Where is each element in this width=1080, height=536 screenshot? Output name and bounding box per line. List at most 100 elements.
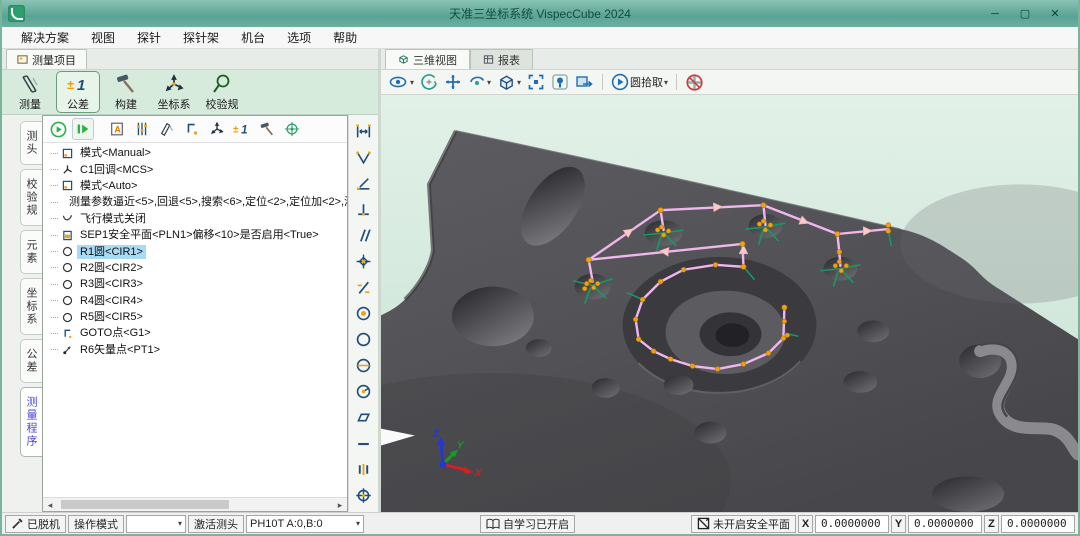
scroll-left-icon[interactable]: ◂ [43,499,57,511]
minimize-button[interactable]: ─ [982,5,1008,23]
params-button[interactable] [131,118,153,140]
menu-probe[interactable]: 探针 [126,28,172,48]
program-tree-panel: A ±1 模式<Manual> C1回调<MCS> 模式<Auto> 测量参数 [42,115,348,512]
active-probe-select[interactable]: PH10T A:0,B:0▾ [246,515,364,533]
step-run-button[interactable] [72,118,94,140]
menu-probe-rack[interactable]: 探针架 [172,28,230,48]
circle-pick-button[interactable]: 圆拾取 ▾ [611,73,668,91]
operation-mode-select[interactable]: ▾ [126,515,186,533]
tree-item-mode-auto[interactable]: 模式<Auto> [43,178,347,194]
side-tab-probe[interactable]: 测头 [20,121,42,165]
circle-icon [62,295,73,306]
side-tab-tolerance[interactable]: 公差 [20,339,42,383]
tree-item-measure-params[interactable]: 测量参数逼近<5>,回退<5>,搜索<6>,定位<2>,定位加<2>,测量 [43,194,347,210]
probe-tool-button[interactable] [281,118,303,140]
radial-profile-icon[interactable] [355,383,372,400]
vector-point-icon [62,344,73,355]
title-bar: 天准三坐标系统 VispecCube 2024 ─ ▢ ✕ [2,0,1078,27]
pan-button[interactable] [444,73,462,91]
safety-plane-status: 未开启安全平面 [691,515,796,533]
menu-solution[interactable]: 解决方案 [10,28,80,48]
tree-item-circle-cir5[interactable]: R5圆<CIR5> [43,309,347,325]
position-icon[interactable] [355,487,372,504]
circularity-icon[interactable] [355,331,372,348]
tree-item-safety-plane[interactable]: SEP1安全平面<PLN1>偏移<10>是否启用<True> [43,227,347,243]
ribbon-coordsys-button[interactable]: 坐标系 [152,71,196,113]
divider [676,74,677,90]
menu-options[interactable]: 选项 [276,28,322,48]
x-axis-label: X [798,515,813,533]
view-toolbar: ▾ ▾ ▾ 圆拾取 ▾ [381,70,1078,95]
side-tab-program[interactable]: 测量程序 [20,387,42,457]
tree-item-circle-cir2[interactable]: R2圆<CIR2> [43,260,347,276]
z-axis-label: Z [984,515,999,533]
view-cube-button[interactable]: ▾ [497,73,521,92]
distance-icon[interactable] [355,123,372,140]
tree-item-goto-g1[interactable]: GOTO点<G1> [43,325,347,341]
orbit-button[interactable] [420,73,438,91]
visibility-button[interactable]: ▾ [389,73,414,91]
view-tab-row: 三维视图 报表 [381,49,1078,70]
goto-tool-button[interactable] [181,118,203,140]
angularity-icon[interactable] [355,279,372,296]
cylindricity-icon[interactable] [355,357,372,374]
ribbon-measure-button[interactable]: 测量 [8,71,52,113]
recall-icon [62,164,73,175]
scroll-thumb[interactable] [61,500,229,509]
locate-button[interactable] [551,73,569,91]
ribbon-construct-button[interactable]: 构建 [104,71,148,113]
ribbon-tolerance-button[interactable]: ±1 公差 [56,71,100,113]
tree-item-circle-cir4[interactable]: R4圆<CIR4> [43,293,347,309]
rotate-view-button[interactable]: ▾ [468,73,491,91]
parallelism-icon[interactable] [355,227,372,244]
side-tab-elements[interactable]: 元素 [20,230,42,274]
straightness-icon[interactable] [355,435,372,452]
menu-help[interactable]: 帮助 [322,28,368,48]
perpendicularity-icon[interactable] [355,201,372,218]
tree-item-vector-point-pt1[interactable]: R6矢量点<PT1> [43,342,347,358]
measure-tool-button[interactable] [156,118,178,140]
angle-min-icon[interactable] [355,149,372,166]
menu-machine[interactable]: 机台 [230,28,276,48]
menu-view[interactable]: 视图 [80,28,126,48]
axis-z-label: Z [432,429,440,440]
tree-item-circle-cir3[interactable]: R3圆<CIR3> [43,276,347,292]
svg-text:1: 1 [241,124,247,136]
program-doc-button[interactable]: A [106,118,128,140]
program-tree: 模式<Manual> C1回调<MCS> 模式<Auto> 测量参数逼近<5>,… [43,143,347,497]
tree-item-circle-cir1[interactable]: R1圆<CIR1> [43,243,347,259]
tab-3d-view[interactable]: 三维视图 [385,49,470,69]
construct-tool-button[interactable] [256,118,278,140]
maximize-button[interactable]: ▢ [1012,5,1038,23]
prohibit-button[interactable] [685,73,704,92]
capture-button[interactable] [575,73,594,91]
tree-item-mode-manual[interactable]: 模式<Manual> [43,145,347,161]
probe-pen-icon [11,517,24,530]
zoom-fit-button[interactable] [527,73,545,91]
tree-item-recall-mcs[interactable]: C1回调<MCS> [43,161,347,177]
mode-icon [62,148,73,159]
tolerance-tool-button[interactable]: ±1 [231,118,253,140]
tab-report[interactable]: 报表 [470,49,533,69]
tree-hscrollbar[interactable]: ◂ ▸ [43,497,347,511]
tab-measurement-project[interactable]: 测量项目 [6,49,87,69]
position-target-icon[interactable] [355,253,372,270]
mode-icon [62,180,73,191]
chevron-down-icon: ▾ [517,78,521,87]
concentricity-icon[interactable] [355,305,372,322]
side-tab-coordsys[interactable]: 坐标系 [20,278,42,335]
scroll-right-icon[interactable]: ▸ [333,499,347,511]
run-button[interactable] [47,118,69,140]
symmetry-icon[interactable] [355,461,372,478]
flatness-icon[interactable] [355,409,372,426]
app-logo-icon [8,5,25,22]
tree-item-fly-mode[interactable]: 飞行模式关闭 [43,211,347,227]
side-tab-gauge[interactable]: 校验规 [20,169,42,226]
app-window: 天准三坐标系统 VispecCube 2024 ─ ▢ ✕ 解决方案 视图 探针… [0,0,1080,536]
ribbon-gauge-button[interactable]: 校验规 [200,71,244,113]
divider [602,74,603,90]
3d-viewport[interactable]: X Z Y [381,95,1078,512]
close-button[interactable]: ✕ [1042,5,1068,23]
coordsys-tool-button[interactable] [206,118,228,140]
angle-icon[interactable] [355,175,372,192]
